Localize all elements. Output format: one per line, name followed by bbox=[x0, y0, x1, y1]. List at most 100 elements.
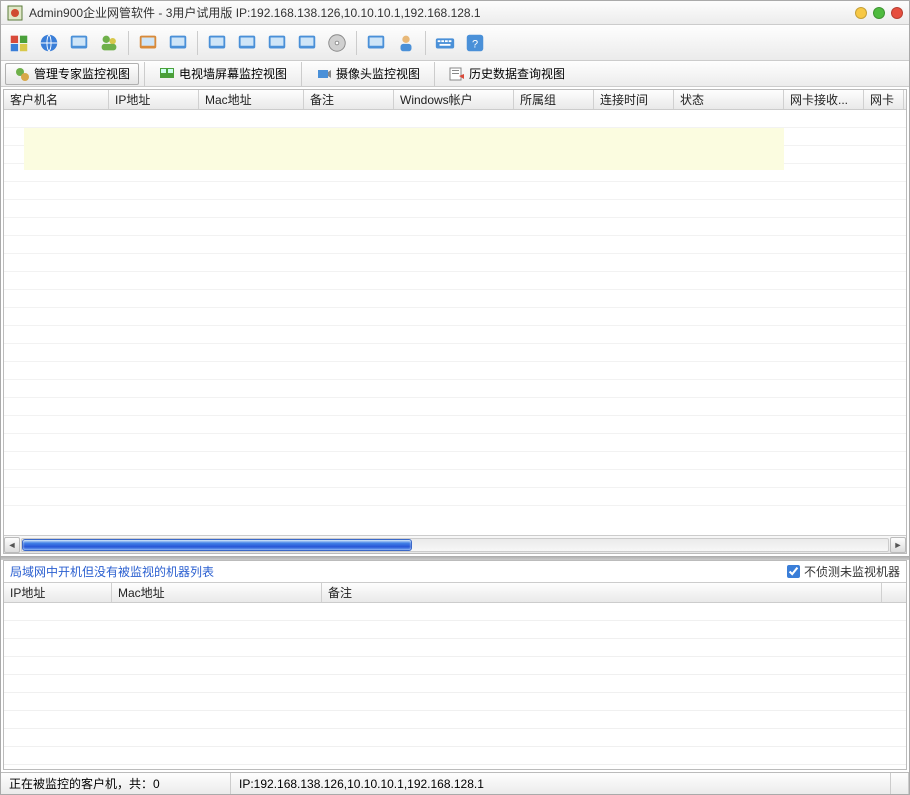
shield-icon-button[interactable] bbox=[5, 29, 33, 57]
form-icon-button[interactable] bbox=[362, 29, 390, 57]
tab-label: 摄像头监控视图 bbox=[336, 65, 420, 82]
table-row bbox=[4, 434, 906, 452]
tab-label: 管理专家监控视图 bbox=[34, 65, 130, 82]
tab-3[interactable]: 历史数据查询视图 bbox=[440, 63, 574, 85]
table-row bbox=[4, 398, 906, 416]
table-row bbox=[4, 488, 906, 506]
table-row bbox=[4, 218, 906, 236]
tab-label: 历史数据查询视图 bbox=[469, 65, 565, 82]
main-grid-panel: 客户机名IP地址Mac地址备注Windows帐户所属组连接时间状态网卡接收...… bbox=[3, 89, 907, 554]
keyboard-icon-button[interactable] bbox=[431, 29, 459, 57]
lower-grid-body[interactable] bbox=[4, 603, 906, 769]
table-row bbox=[4, 657, 906, 675]
status-grip bbox=[891, 773, 909, 794]
column-header[interactable]: Mac地址 bbox=[199, 90, 304, 109]
table-row bbox=[4, 110, 906, 128]
table-row bbox=[4, 290, 906, 308]
users-icon-button[interactable] bbox=[95, 29, 123, 57]
window-controls bbox=[855, 7, 903, 19]
column-header[interactable]: 连接时间 bbox=[594, 90, 674, 109]
title-bar: Admin900企业网管软件 - 3用户试用版 IP:192.168.138.1… bbox=[1, 1, 909, 25]
table-row bbox=[4, 362, 906, 380]
key-icon-button[interactable] bbox=[164, 29, 192, 57]
history-icon bbox=[449, 66, 465, 82]
column-header[interactable]: Mac地址 bbox=[112, 583, 322, 602]
column-header[interactable]: IP地址 bbox=[109, 90, 199, 109]
scroll-right-button[interactable]: ► bbox=[890, 537, 906, 553]
table-row bbox=[4, 603, 906, 621]
column-header[interactable]: 客户机名 bbox=[4, 90, 109, 109]
table-row bbox=[4, 308, 906, 326]
flag-icon-button[interactable] bbox=[134, 29, 162, 57]
column-header[interactable]: 网卡 bbox=[864, 90, 904, 109]
table-row bbox=[4, 711, 906, 729]
disc-icon-button[interactable] bbox=[323, 29, 351, 57]
display-icon-button[interactable] bbox=[203, 29, 231, 57]
column-header[interactable]: IP地址 bbox=[4, 583, 112, 602]
lower-title: 局域网中开机但没有被监视的机器列表 bbox=[10, 563, 787, 580]
app-window: Admin900企业网管软件 - 3用户试用版 IP:192.168.138.1… bbox=[0, 0, 910, 795]
table-row bbox=[4, 747, 906, 765]
svg-text:?: ? bbox=[472, 38, 478, 50]
toolbar-separator bbox=[197, 31, 198, 55]
table-row bbox=[4, 621, 906, 639]
scroll-track[interactable] bbox=[21, 538, 889, 552]
window-title: Admin900企业网管软件 - 3用户试用版 IP:192.168.138.1… bbox=[29, 4, 855, 21]
minimize-button[interactable] bbox=[855, 7, 867, 19]
tvwall-icon bbox=[159, 66, 175, 82]
table-row bbox=[4, 675, 906, 693]
tab-1[interactable]: 电视墙屏幕监控视图 bbox=[150, 63, 296, 85]
lower-header: 局域网中开机但没有被监视的机器列表 不侦测未监视机器 bbox=[4, 561, 906, 583]
table-row bbox=[4, 236, 906, 254]
monitor-icon-button[interactable] bbox=[65, 29, 93, 57]
toolbar-separator bbox=[356, 31, 357, 55]
camera-icon bbox=[316, 66, 332, 82]
table-row bbox=[4, 272, 906, 290]
page-icon-button[interactable] bbox=[263, 29, 291, 57]
help-icon-button[interactable]: ? bbox=[461, 29, 489, 57]
envelope-icon-button[interactable] bbox=[233, 29, 261, 57]
lower-panel: 局域网中开机但没有被监视的机器列表 不侦测未监视机器 IP地址Mac地址备注 bbox=[3, 560, 907, 770]
main-grid-header: 客户机名IP地址Mac地址备注Windows帐户所属组连接时间状态网卡接收...… bbox=[4, 90, 906, 110]
status-bar: 正在被监控的客户机，共：0 IP:192.168.138.126,10.10.1… bbox=[1, 772, 909, 794]
no-detect-label: 不侦测未监视机器 bbox=[804, 563, 900, 580]
main-grid-body[interactable] bbox=[4, 110, 906, 535]
toolbar-separator bbox=[425, 31, 426, 55]
scroll-left-button[interactable]: ◄ bbox=[4, 537, 20, 553]
highlight-band bbox=[24, 128, 784, 170]
windows-icon-button[interactable] bbox=[293, 29, 321, 57]
tab-0[interactable]: 管理专家监控视图 bbox=[5, 63, 139, 85]
column-header[interactable]: 备注 bbox=[304, 90, 394, 109]
table-row bbox=[4, 416, 906, 434]
status-ip: IP:192.168.138.126,10.10.10.1,192.168.12… bbox=[231, 773, 891, 794]
app-icon bbox=[7, 5, 23, 21]
globe-icon-button[interactable] bbox=[35, 29, 63, 57]
column-header[interactable]: 备注 bbox=[322, 583, 882, 602]
main-toolbar: ? bbox=[1, 25, 909, 61]
no-detect-checkbox[interactable] bbox=[787, 565, 800, 578]
close-button[interactable] bbox=[891, 7, 903, 19]
table-row bbox=[4, 344, 906, 362]
tab-strip: 管理专家监控视图 电视墙屏幕监控视图 摄像头监控视图 历史数据查询视图 bbox=[1, 61, 909, 87]
table-row bbox=[4, 452, 906, 470]
column-header[interactable]: 状态 bbox=[674, 90, 784, 109]
no-detect-checkbox-wrap[interactable]: 不侦测未监视机器 bbox=[787, 563, 900, 580]
table-row bbox=[4, 693, 906, 711]
person-icon-button[interactable] bbox=[392, 29, 420, 57]
toolbar-separator bbox=[128, 31, 129, 55]
table-row bbox=[4, 254, 906, 272]
maximize-button[interactable] bbox=[873, 7, 885, 19]
horizontal-scrollbar[interactable]: ◄ ► bbox=[4, 535, 906, 553]
table-row bbox=[4, 470, 906, 488]
lower-grid-header: IP地址Mac地址备注 bbox=[4, 583, 906, 603]
table-row bbox=[4, 326, 906, 344]
table-row bbox=[4, 200, 906, 218]
status-client-count: 正在被监控的客户机，共：0 bbox=[1, 773, 231, 794]
column-header[interactable]: 网卡接收... bbox=[784, 90, 864, 109]
tab-2[interactable]: 摄像头监控视图 bbox=[307, 63, 429, 85]
table-row bbox=[4, 729, 906, 747]
column-header[interactable]: 所属组 bbox=[514, 90, 594, 109]
table-row bbox=[4, 639, 906, 657]
scroll-thumb[interactable] bbox=[22, 539, 412, 551]
column-header[interactable]: Windows帐户 bbox=[394, 90, 514, 109]
